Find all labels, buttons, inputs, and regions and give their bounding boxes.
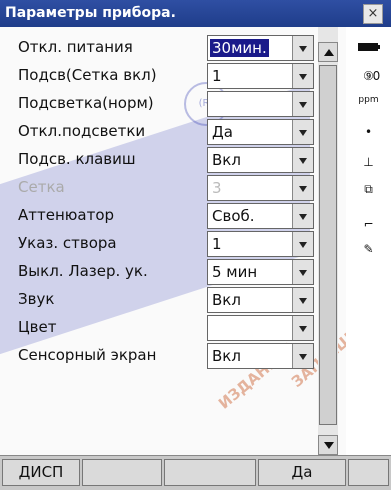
setting-label: Цвет xyxy=(18,318,57,336)
chevron-down-icon[interactable] xyxy=(292,232,313,256)
setting-label: Откл. питания xyxy=(18,38,133,56)
setting-label: Сенсорный экран xyxy=(18,346,157,364)
laser-icon: ⌐ xyxy=(363,217,374,231)
softkey-5[interactable] xyxy=(348,459,389,486)
window-title: Параметры прибора. xyxy=(5,5,176,21)
setting-label: Подсв(Сетка вкл) xyxy=(18,66,157,84)
ppm-label: ppm xyxy=(358,95,379,105)
dropdown-value: Вкл xyxy=(212,291,241,309)
scroll-up-button[interactable] xyxy=(318,42,338,62)
setting-dropdown[interactable]: Вкл xyxy=(207,287,314,313)
setting-label: Подсветка(норм) xyxy=(18,94,154,112)
softkey-bar: ДИСП Да xyxy=(0,455,391,490)
chevron-down-icon[interactable] xyxy=(292,176,313,200)
tilt-icon: ⊥ xyxy=(363,155,374,169)
scrollbar-thumb[interactable] xyxy=(319,65,337,425)
chevron-down-icon[interactable] xyxy=(292,288,313,312)
setting-row: Откл.подсветки Да xyxy=(0,119,314,145)
status-bar: ⑨ 0 ppm • ⊥ ⧉ ⌐ ✎ xyxy=(346,27,391,455)
dot-icon: • xyxy=(364,125,373,139)
chevron-down-icon[interactable] xyxy=(292,92,313,116)
dropdown-value: 3 xyxy=(212,179,222,197)
chevron-down-icon[interactable] xyxy=(292,344,313,368)
setting-label: Звук xyxy=(18,290,55,308)
window-title-bar: Параметры прибора. × xyxy=(0,0,391,27)
softkey-yes[interactable]: Да xyxy=(258,459,346,486)
setting-row: Звук Вкл xyxy=(0,287,314,313)
dropdown-value: Да xyxy=(212,123,233,141)
setting-dropdown[interactable] xyxy=(207,91,314,117)
setting-dropdown[interactable]: Вкл xyxy=(207,343,314,369)
setting-row: Подсв(Сетка вкл) 1 xyxy=(0,63,314,89)
setting-label: Сетка xyxy=(18,178,65,196)
edit-icon: ✎ xyxy=(363,242,374,256)
setting-row: Выкл. Лазер. ук. 5 мин xyxy=(0,259,314,285)
dropdown-value: 5 мин xyxy=(212,263,258,281)
setting-label: Подсв. клавиш xyxy=(18,150,136,168)
setting-row: Аттенюатор Своб. xyxy=(0,203,314,229)
settings-panel: (R) ЗАПРЕЩЕНО! ИЗДАНИЯ" Откл. питания 30… xyxy=(0,27,346,455)
dropdown-value: Вкл xyxy=(212,347,241,365)
setting-dropdown[interactable]: 30мин. xyxy=(207,35,314,61)
battery-icon xyxy=(346,41,391,55)
dropdown-value: 1 xyxy=(212,235,222,253)
dropdown-value: Своб. xyxy=(212,207,255,225)
setting-label: Указ. створа xyxy=(18,234,117,252)
setting-row: Подсв. клавиш Вкл xyxy=(0,147,314,173)
setting-row: Откл. питания 30мин. xyxy=(0,35,314,61)
setting-dropdown[interactable] xyxy=(207,315,314,341)
setting-row: Сенсорный экран Вкл xyxy=(0,343,314,369)
softkey-2[interactable] xyxy=(82,459,162,486)
softkey-3[interactable] xyxy=(164,459,256,486)
setting-dropdown[interactable]: Вкл xyxy=(207,147,314,173)
prism-constant-value: 0 xyxy=(372,69,381,83)
setting-dropdown[interactable]: 1 xyxy=(207,63,314,89)
setting-label: Аттенюатор xyxy=(18,206,115,224)
setting-row: Указ. створа 1 xyxy=(0,231,314,257)
setting-row: Подсветка(норм) xyxy=(0,91,314,117)
scroll-down-button[interactable] xyxy=(318,435,338,455)
setting-dropdown[interactable]: 1 xyxy=(207,231,314,257)
chevron-down-icon[interactable] xyxy=(292,204,313,228)
setting-label: Выкл. Лазер. ук. xyxy=(18,262,148,280)
softkey-disp[interactable]: ДИСП xyxy=(2,459,80,486)
dropdown-value: Вкл xyxy=(212,151,241,169)
chevron-down-icon[interactable] xyxy=(292,120,313,144)
setting-row: Сетка 3 xyxy=(0,175,314,201)
vertical-scrollbar[interactable] xyxy=(318,27,338,455)
chevron-down-icon[interactable] xyxy=(292,64,313,88)
chevron-down-icon[interactable] xyxy=(292,260,313,284)
setting-label: Откл.подсветки xyxy=(18,122,146,140)
setting-row: Цвет xyxy=(0,315,314,341)
close-button[interactable]: × xyxy=(363,4,383,24)
setting-dropdown[interactable]: 3 xyxy=(207,175,314,201)
chevron-down-icon[interactable] xyxy=(292,316,313,340)
dropdown-value: 1 xyxy=(212,67,222,85)
chevron-down-icon[interactable] xyxy=(292,148,313,172)
setting-dropdown[interactable]: Да xyxy=(207,119,314,145)
chevron-down-icon[interactable] xyxy=(292,36,313,60)
setting-dropdown[interactable]: Своб. xyxy=(207,203,314,229)
dropdown-value: 30мин. xyxy=(210,39,269,57)
connection-icon: ⧉ xyxy=(364,182,373,196)
setting-dropdown[interactable]: 5 мин xyxy=(207,259,314,285)
